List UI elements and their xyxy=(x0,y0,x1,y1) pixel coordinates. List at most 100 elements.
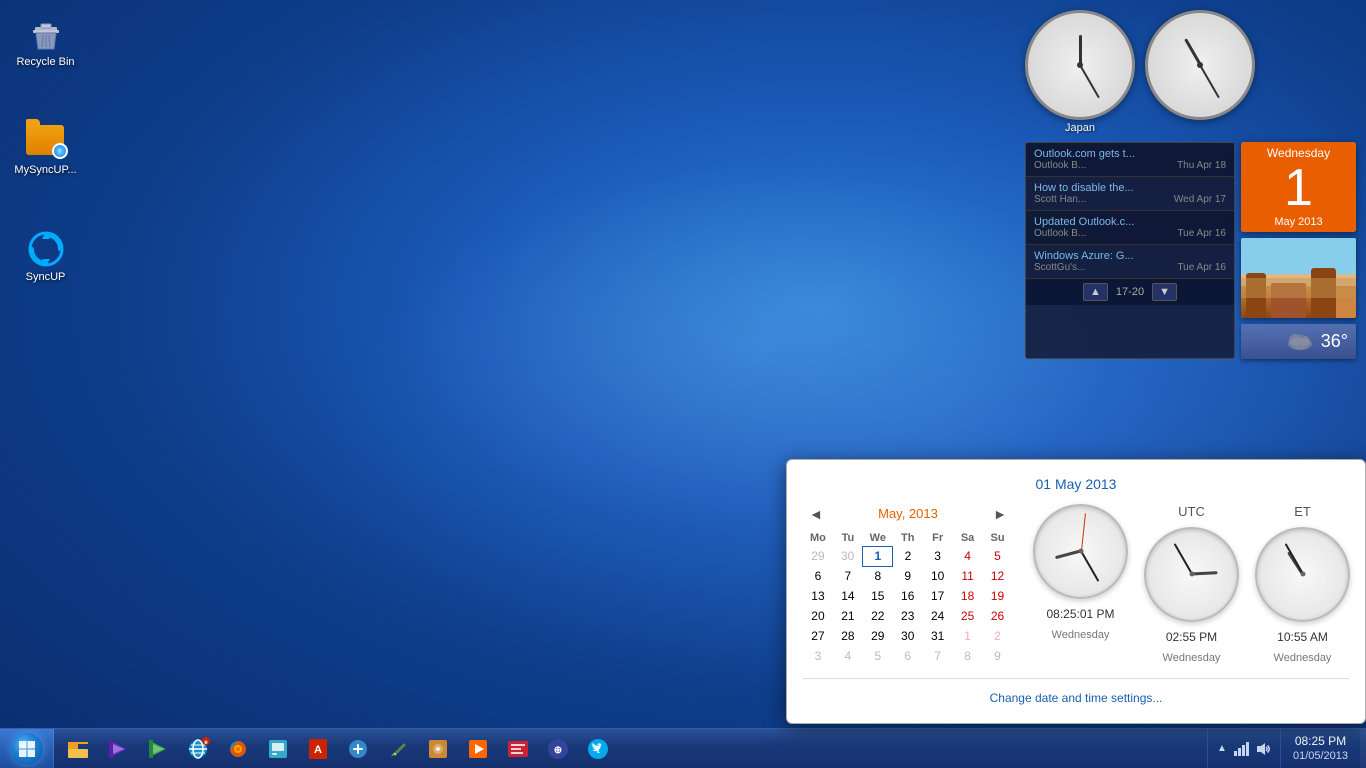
calendar-dow: Wednesday xyxy=(1243,146,1354,160)
cal-day-cell[interactable]: 19 xyxy=(983,586,1013,606)
cal-day-cell[interactable]: 9 xyxy=(983,646,1013,666)
cal-day-cell[interactable]: 7 xyxy=(923,646,953,666)
cal-day-cell[interactable]: 1 xyxy=(953,626,983,646)
cal-day-cell[interactable]: 25 xyxy=(953,606,983,626)
taskbar-icon-app1[interactable] xyxy=(258,730,298,768)
change-datetime-link[interactable]: Change date and time settings... xyxy=(990,691,1163,705)
popup-analog-clock-utc xyxy=(1144,527,1239,622)
desktop-icon-syncup[interactable]: SyncUP xyxy=(8,225,83,288)
cal-day-cell[interactable]: 4 xyxy=(833,646,863,666)
cal-day-cell[interactable]: 18 xyxy=(953,586,983,606)
cal-day-cell[interactable]: 14 xyxy=(833,586,863,606)
cal-day-cell[interactable]: 20 xyxy=(803,606,833,626)
show-desktop-btn[interactable] xyxy=(1360,729,1366,768)
taskbar-icon-explorer[interactable] xyxy=(58,730,98,768)
taskbar-icon-acrobat[interactable]: A xyxy=(298,730,338,768)
popup-clocks: 08:25:01 PM Wednesday UTC 02:55 PM Wedne… xyxy=(1033,504,1350,667)
cal-day-cell[interactable]: 1 xyxy=(863,546,893,566)
tray-icon-network[interactable] xyxy=(1231,730,1251,768)
cal-day-cell[interactable]: 30 xyxy=(833,546,863,566)
cal-day-cell[interactable]: 13 xyxy=(803,586,833,606)
taskbar-icon-twitter[interactable]: t xyxy=(578,730,618,768)
cal-day-cell[interactable]: 9 xyxy=(893,566,923,586)
taskbar-icon-app3[interactable] xyxy=(418,730,458,768)
cal-day-cell[interactable]: 8 xyxy=(953,646,983,666)
cal-day-cell[interactable]: 10 xyxy=(923,566,953,586)
cal-day-cell[interactable]: 3 xyxy=(803,646,833,666)
cal-day-cell[interactable]: 2 xyxy=(893,546,923,566)
tray-icon-sound[interactable] xyxy=(1253,730,1273,768)
cal-day-cell[interactable]: 16 xyxy=(893,586,923,606)
feed-nav-up[interactable]: ▲ xyxy=(1083,283,1108,301)
cal-day-cell[interactable]: 31 xyxy=(923,626,953,646)
cal-day-cell[interactable]: 17 xyxy=(923,586,953,606)
cal-day-cell[interactable]: 5 xyxy=(863,646,893,666)
cal-day-cell[interactable]: 5 xyxy=(983,546,1013,566)
mini-cal-grid: MoTuWeThFrSaSu 2930123456789101112131415… xyxy=(803,530,1013,667)
taskbar-icon-pen[interactable] xyxy=(378,730,418,768)
cal-day-cell[interactable]: 30 xyxy=(893,626,923,646)
clock-area[interactable]: 08:25 PM 01/05/2013 xyxy=(1280,729,1360,768)
cal-day-cell[interactable]: 22 xyxy=(863,606,893,626)
japan-clock-label: Japan xyxy=(1065,122,1095,134)
feed-calendar-row: Outlook.com gets t... Outlook B... Thu A… xyxy=(1025,142,1356,359)
popup-clock-et-label: ET xyxy=(1294,504,1311,519)
right-clock-container[interactable] xyxy=(1145,10,1255,136)
popup-clock-utc-time: 02:55 PM xyxy=(1166,630,1217,644)
popup-clock-utc: UTC 02:55 PM Wednesday xyxy=(1144,504,1239,667)
cal-day-cell[interactable]: 6 xyxy=(803,566,833,586)
taskbar-icon-app5[interactable]: ⊕ xyxy=(538,730,578,768)
cal-day-cell[interactable]: 27 xyxy=(803,626,833,646)
taskbar-icon-firefox[interactable] xyxy=(218,730,258,768)
feed-widget[interactable]: Outlook.com gets t... Outlook B... Thu A… xyxy=(1025,142,1235,359)
cal-day-cell[interactable]: 7 xyxy=(833,566,863,586)
cal-day-cell[interactable]: 29 xyxy=(863,626,893,646)
desktop-icon-mysynup[interactable]: ↑ MySyncUP... xyxy=(8,118,83,181)
show-hidden-icons-btn[interactable]: ▲ xyxy=(1214,730,1230,768)
cal-day-cell[interactable]: 8 xyxy=(863,566,893,586)
feed-title-0: Outlook.com gets t... xyxy=(1034,148,1226,160)
taskbar-icons: e A xyxy=(54,729,622,768)
cal-day-cell[interactable]: 29 xyxy=(803,546,833,566)
mini-cal-next[interactable]: ► xyxy=(987,504,1013,524)
cal-day-cell[interactable]: 3 xyxy=(923,546,953,566)
cal-day-cell[interactable]: 4 xyxy=(953,546,983,566)
taskbar-icon-app4[interactable] xyxy=(498,730,538,768)
taskbar-icon-vs-light[interactable] xyxy=(138,730,178,768)
photo-widget[interactable] xyxy=(1241,238,1356,318)
feed-nav: ▲ 17-20 ▼ xyxy=(1026,279,1234,305)
cal-day-cell[interactable]: 24 xyxy=(923,606,953,626)
cal-day-cell[interactable]: 26 xyxy=(983,606,1013,626)
cal-weather-stack: Wednesday 1 May 2013 xyxy=(1241,142,1356,359)
feed-title-3: Windows Azure: G... xyxy=(1034,250,1226,262)
cal-weekday-header: Sa xyxy=(953,530,983,547)
cal-weekday-header: Mo xyxy=(803,530,833,547)
feed-item-0[interactable]: Outlook.com gets t... Outlook B... Thu A… xyxy=(1026,143,1234,177)
taskbar-icon-ie[interactable]: e xyxy=(178,730,218,768)
taskbar-icon-app2[interactable] xyxy=(338,730,378,768)
cal-day-cell[interactable]: 28 xyxy=(833,626,863,646)
popup-analog-clock-et xyxy=(1255,527,1350,622)
feed-nav-down[interactable]: ▼ xyxy=(1152,283,1177,301)
cal-day-cell[interactable]: 2 xyxy=(983,626,1013,646)
mini-cal-title[interactable]: May, 2013 xyxy=(878,506,938,521)
calendar-widget[interactable]: Wednesday 1 May 2013 xyxy=(1241,142,1356,232)
start-button[interactable] xyxy=(0,729,54,768)
taskbar-icon-vs-dark[interactable] xyxy=(98,730,138,768)
weather-widget[interactable]: 36° xyxy=(1241,324,1356,359)
feed-item-1[interactable]: How to disable the... Scott Han... Wed A… xyxy=(1026,177,1234,211)
feed-item-2[interactable]: Updated Outlook.c... Outlook B... Tue Ap… xyxy=(1026,211,1234,245)
cal-day-cell[interactable]: 15 xyxy=(863,586,893,606)
cal-day-cell[interactable]: 11 xyxy=(953,566,983,586)
mini-cal-prev[interactable]: ◄ xyxy=(803,504,829,524)
cal-day-cell[interactable]: 6 xyxy=(893,646,923,666)
japan-clock-container[interactable]: Japan xyxy=(1025,10,1135,136)
desktop-icon-recycle-bin[interactable]: Recycle Bin xyxy=(8,10,83,73)
start-orb xyxy=(11,733,43,765)
cal-day-cell[interactable]: 23 xyxy=(893,606,923,626)
cal-day-cell[interactable]: 21 xyxy=(833,606,863,626)
taskbar-icon-media[interactable] xyxy=(458,730,498,768)
feed-item-3[interactable]: Windows Azure: G... ScottGu's... Tue Apr… xyxy=(1026,245,1234,279)
cal-day-cell[interactable]: 12 xyxy=(983,566,1013,586)
system-tray: ▲ 08:25 xyxy=(1207,729,1366,768)
